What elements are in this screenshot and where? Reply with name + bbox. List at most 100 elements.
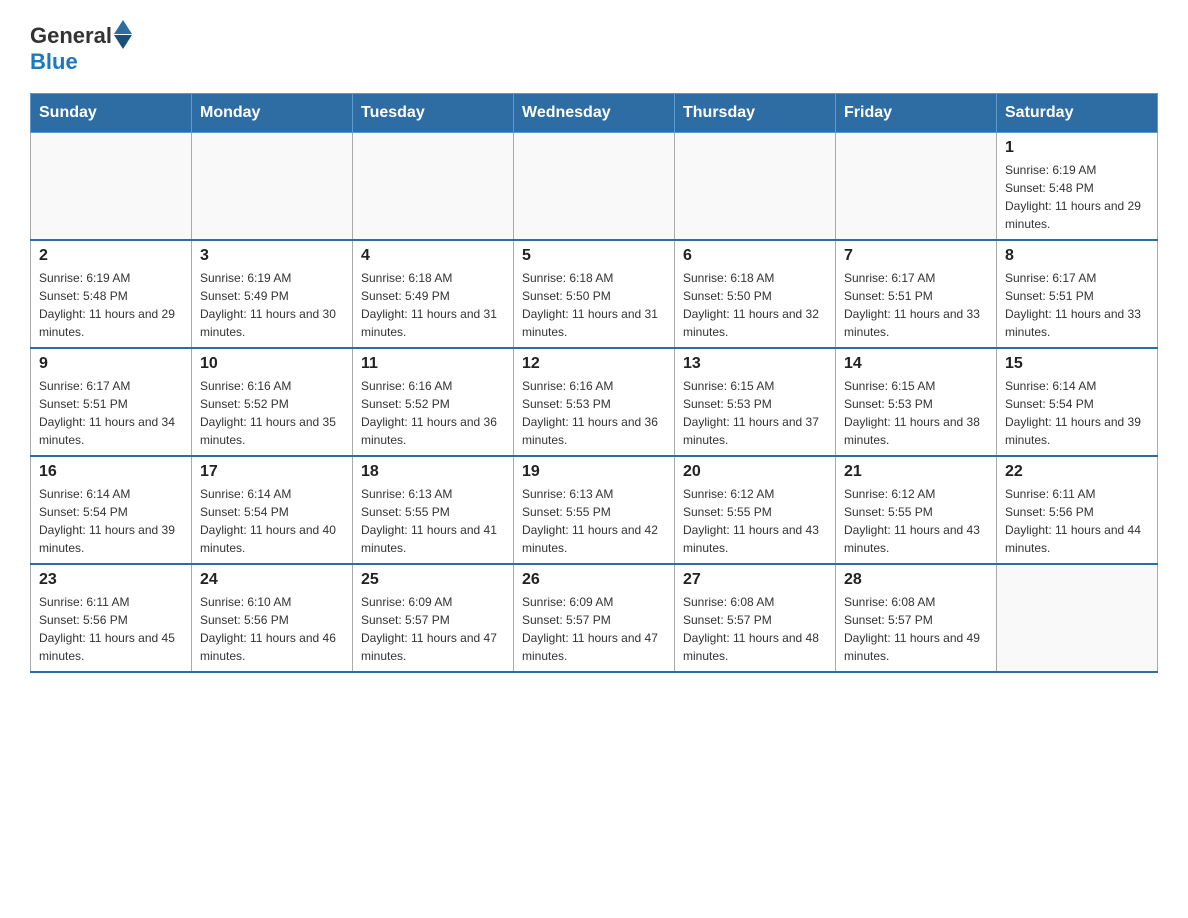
- day-info: Sunrise: 6:15 AM Sunset: 5:53 PM Dayligh…: [844, 377, 988, 449]
- day-info: Sunrise: 6:18 AM Sunset: 5:50 PM Dayligh…: [522, 269, 666, 341]
- day-number: 27: [683, 571, 827, 589]
- calendar-day-cell: 16 Sunrise: 6:14 AM Sunset: 5:54 PM Dayli…: [31, 456, 192, 564]
- calendar-day-cell: 11 Sunrise: 6:16 AM Sunset: 5:52 PM Dayli…: [353, 348, 514, 456]
- logo: General Blue: [30, 20, 132, 73]
- calendar-day-cell: 28 Sunrise: 6:08 AM Sunset: 5:57 PM Dayli…: [836, 564, 997, 672]
- calendar-day-cell: 10 Sunrise: 6:16 AM Sunset: 5:52 PM Dayli…: [192, 348, 353, 456]
- day-number: 2: [39, 247, 183, 265]
- day-number: 5: [522, 247, 666, 265]
- day-number: 19: [522, 463, 666, 481]
- day-info: Sunrise: 6:16 AM Sunset: 5:52 PM Dayligh…: [200, 377, 344, 449]
- day-info: Sunrise: 6:19 AM Sunset: 5:49 PM Dayligh…: [200, 269, 344, 341]
- day-of-week-header: Sunday: [31, 94, 192, 133]
- calendar-day-cell: 17 Sunrise: 6:14 AM Sunset: 5:54 PM Dayli…: [192, 456, 353, 564]
- calendar-day-cell: 20 Sunrise: 6:12 AM Sunset: 5:55 PM Dayli…: [675, 456, 836, 564]
- calendar-day-cell: 18 Sunrise: 6:13 AM Sunset: 5:55 PM Dayli…: [353, 456, 514, 564]
- calendar-day-cell: 3Sunrise: 6:19 AM Sunset: 5:49 PM Daylig…: [192, 240, 353, 348]
- day-info: Sunrise: 6:16 AM Sunset: 5:52 PM Dayligh…: [361, 377, 505, 449]
- day-info: Sunrise: 6:12 AM Sunset: 5:55 PM Dayligh…: [683, 485, 827, 557]
- day-info: Sunrise: 6:15 AM Sunset: 5:53 PM Dayligh…: [683, 377, 827, 449]
- day-of-week-header: Friday: [836, 94, 997, 133]
- day-number: 1: [1005, 139, 1149, 157]
- calendar-week-row: 16 Sunrise: 6:14 AM Sunset: 5:54 PM Dayli…: [31, 456, 1158, 564]
- day-number: 24: [200, 571, 344, 589]
- calendar-day-cell: 13 Sunrise: 6:15 AM Sunset: 5:53 PM Dayli…: [675, 348, 836, 456]
- calendar-day-cell: 2Sunrise: 6:19 AM Sunset: 5:48 PM Daylig…: [31, 240, 192, 348]
- calendar-day-cell: [675, 133, 836, 241]
- day-of-week-header: Saturday: [997, 94, 1158, 133]
- day-info: Sunrise: 6:18 AM Sunset: 5:50 PM Dayligh…: [683, 269, 827, 341]
- calendar-day-cell: [997, 564, 1158, 672]
- day-info: Sunrise: 6:18 AM Sunset: 5:49 PM Dayligh…: [361, 269, 505, 341]
- calendar-day-cell: 23 Sunrise: 6:11 AM Sunset: 5:56 PM Dayli…: [31, 564, 192, 672]
- calendar-day-cell: 25 Sunrise: 6:09 AM Sunset: 5:57 PM Dayli…: [353, 564, 514, 672]
- calendar-day-cell: 7Sunrise: 6:17 AM Sunset: 5:51 PM Daylig…: [836, 240, 997, 348]
- day-of-week-header: Tuesday: [353, 94, 514, 133]
- day-info: Sunrise: 6:10 AM Sunset: 5:56 PM Dayligh…: [200, 593, 344, 665]
- day-info: Sunrise: 6:09 AM Sunset: 5:57 PM Dayligh…: [522, 593, 666, 665]
- day-number: 17: [200, 463, 344, 481]
- day-number: 11: [361, 355, 505, 373]
- day-info: Sunrise: 6:14 AM Sunset: 5:54 PM Dayligh…: [39, 485, 183, 557]
- day-number: 20: [683, 463, 827, 481]
- calendar-header-row: SundayMondayTuesdayWednesdayThursdayFrid…: [31, 94, 1158, 133]
- calendar-day-cell: 24 Sunrise: 6:10 AM Sunset: 5:56 PM Dayli…: [192, 564, 353, 672]
- logo-blue-text: Blue: [30, 51, 132, 73]
- day-of-week-header: Thursday: [675, 94, 836, 133]
- day-info: Sunrise: 6:17 AM Sunset: 5:51 PM Dayligh…: [1005, 269, 1149, 341]
- day-info: Sunrise: 6:13 AM Sunset: 5:55 PM Dayligh…: [361, 485, 505, 557]
- day-number: 23: [39, 571, 183, 589]
- day-info: Sunrise: 6:19 AM Sunset: 5:48 PM Dayligh…: [1005, 161, 1149, 233]
- calendar-day-cell: 5 Sunrise: 6:18 AM Sunset: 5:50 PM Daylig…: [514, 240, 675, 348]
- day-number: 28: [844, 571, 988, 589]
- calendar-day-cell: 1 Sunrise: 6:19 AM Sunset: 5:48 PM Daylig…: [997, 133, 1158, 241]
- day-info: Sunrise: 6:17 AM Sunset: 5:51 PM Dayligh…: [844, 269, 988, 341]
- day-info: Sunrise: 6:09 AM Sunset: 5:57 PM Dayligh…: [361, 593, 505, 665]
- calendar-day-cell: 12 Sunrise: 6:16 AM Sunset: 5:53 PM Dayli…: [514, 348, 675, 456]
- calendar-day-cell: 19Sunrise: 6:13 AM Sunset: 5:55 PM Dayli…: [514, 456, 675, 564]
- calendar-day-cell: [514, 133, 675, 241]
- calendar-day-cell: 9 Sunrise: 6:17 AM Sunset: 5:51 PM Daylig…: [31, 348, 192, 456]
- calendar-day-cell: 21Sunrise: 6:12 AM Sunset: 5:55 PM Dayli…: [836, 456, 997, 564]
- calendar-table: SundayMondayTuesdayWednesdayThursdayFrid…: [30, 93, 1158, 673]
- calendar-week-row: 23 Sunrise: 6:11 AM Sunset: 5:56 PM Dayli…: [31, 564, 1158, 672]
- calendar-day-cell: 4 Sunrise: 6:18 AM Sunset: 5:49 PM Daylig…: [353, 240, 514, 348]
- day-number: 13: [683, 355, 827, 373]
- calendar-day-cell: [31, 133, 192, 241]
- day-info: Sunrise: 6:08 AM Sunset: 5:57 PM Dayligh…: [683, 593, 827, 665]
- day-number: 12: [522, 355, 666, 373]
- calendar-day-cell: [836, 133, 997, 241]
- day-number: 21: [844, 463, 988, 481]
- day-number: 8: [1005, 247, 1149, 265]
- calendar-day-cell: 6 Sunrise: 6:18 AM Sunset: 5:50 PM Daylig…: [675, 240, 836, 348]
- calendar-week-row: 9 Sunrise: 6:17 AM Sunset: 5:51 PM Daylig…: [31, 348, 1158, 456]
- day-number: 26: [522, 571, 666, 589]
- day-info: Sunrise: 6:14 AM Sunset: 5:54 PM Dayligh…: [1005, 377, 1149, 449]
- day-number: 15: [1005, 355, 1149, 373]
- calendar-day-cell: 15 Sunrise: 6:14 AM Sunset: 5:54 PM Dayli…: [997, 348, 1158, 456]
- calendar-day-cell: 14 Sunrise: 6:15 AM Sunset: 5:53 PM Dayli…: [836, 348, 997, 456]
- day-info: Sunrise: 6:11 AM Sunset: 5:56 PM Dayligh…: [39, 593, 183, 665]
- logo-general-text: General: [30, 25, 112, 47]
- page-header: General Blue: [30, 20, 1158, 73]
- day-info: Sunrise: 6:14 AM Sunset: 5:54 PM Dayligh…: [200, 485, 344, 557]
- day-info: Sunrise: 6:08 AM Sunset: 5:57 PM Dayligh…: [844, 593, 988, 665]
- calendar-day-cell: 26 Sunrise: 6:09 AM Sunset: 5:57 PM Dayli…: [514, 564, 675, 672]
- day-number: 14: [844, 355, 988, 373]
- day-of-week-header: Wednesday: [514, 94, 675, 133]
- day-number: 25: [361, 571, 505, 589]
- calendar-day-cell: [192, 133, 353, 241]
- day-number: 16: [39, 463, 183, 481]
- day-number: 9: [39, 355, 183, 373]
- day-number: 18: [361, 463, 505, 481]
- day-info: Sunrise: 6:11 AM Sunset: 5:56 PM Dayligh…: [1005, 485, 1149, 557]
- calendar-week-row: 1 Sunrise: 6:19 AM Sunset: 5:48 PM Daylig…: [31, 133, 1158, 241]
- calendar-day-cell: 8 Sunrise: 6:17 AM Sunset: 5:51 PM Daylig…: [997, 240, 1158, 348]
- day-info: Sunrise: 6:17 AM Sunset: 5:51 PM Dayligh…: [39, 377, 183, 449]
- day-number: 22: [1005, 463, 1149, 481]
- calendar-day-cell: [353, 133, 514, 241]
- day-number: 6: [683, 247, 827, 265]
- day-info: Sunrise: 6:16 AM Sunset: 5:53 PM Dayligh…: [522, 377, 666, 449]
- day-number: 4: [361, 247, 505, 265]
- day-number: 10: [200, 355, 344, 373]
